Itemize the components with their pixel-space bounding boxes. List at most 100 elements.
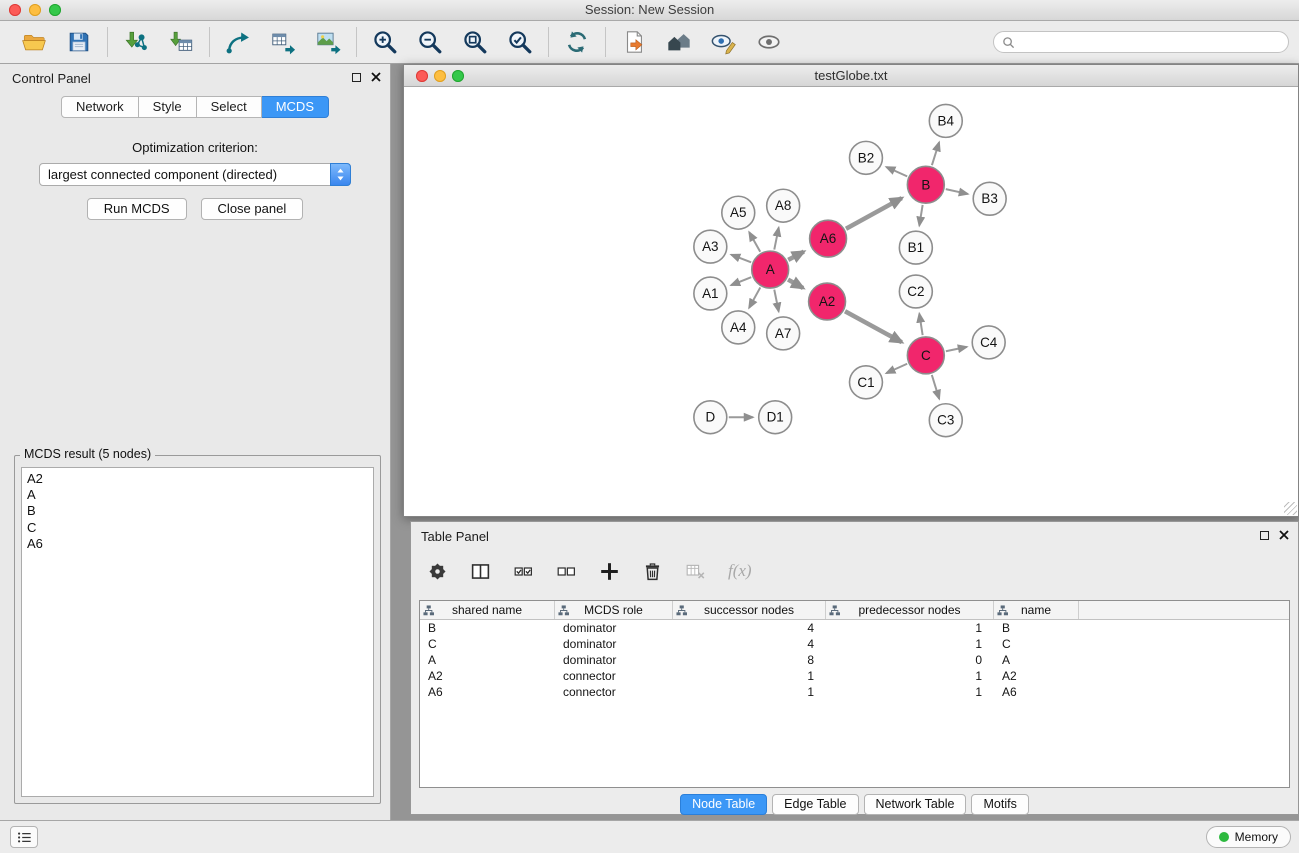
graph-edge-A-A3[interactable]	[731, 255, 751, 263]
table-row[interactable]: Bdominator41B	[420, 620, 1289, 636]
delete-table-button[interactable]	[683, 559, 707, 583]
graph-node-B4[interactable]: B4	[929, 104, 962, 137]
export-table-button[interactable]	[268, 27, 298, 57]
table-tab-network-table[interactable]: Network Table	[864, 794, 967, 815]
search-box[interactable]	[993, 31, 1289, 53]
optimization-criterion-dropdown[interactable]: largest connected component (directed)	[39, 163, 351, 186]
graph-edge-C-C2[interactable]	[919, 314, 922, 335]
export-document-button[interactable]	[619, 27, 649, 57]
float-table-panel-icon[interactable]	[1260, 531, 1269, 540]
table-tab-motifs[interactable]: Motifs	[971, 794, 1028, 815]
task-history-button[interactable]	[10, 826, 38, 848]
graph-node-D1[interactable]: D1	[759, 401, 792, 434]
float-panel-icon[interactable]	[352, 73, 361, 82]
edit-view-button[interactable]	[709, 27, 739, 57]
search-input[interactable]	[1020, 35, 1280, 49]
network-canvas[interactable]: B4B2BB3A5A8A6B1A3AC2A1A2A4A7C4CC1C3DD1	[404, 87, 1298, 516]
dropdown-stepper-icon[interactable]	[330, 163, 351, 186]
trash-button[interactable]	[640, 559, 664, 583]
network-zoom-button[interactable]	[452, 70, 464, 82]
graph-node-A8[interactable]: A8	[767, 189, 800, 222]
save-session-button[interactable]	[64, 27, 94, 57]
graph-edge-A-A8[interactable]	[774, 228, 778, 250]
add-button[interactable]	[597, 559, 621, 583]
mcds-result-item[interactable]: A6	[27, 536, 368, 552]
mcds-result-list[interactable]: A2ABCA6	[21, 467, 374, 797]
graph-edge-C-C4[interactable]	[946, 347, 967, 351]
tab-select[interactable]: Select	[197, 96, 262, 118]
zoom-window-button[interactable]	[49, 4, 61, 16]
import-network-button[interactable]	[121, 27, 151, 57]
graph-node-B3[interactable]: B3	[973, 182, 1006, 215]
deselect-all-button[interactable]	[554, 559, 578, 583]
column-header-name[interactable]: name	[994, 601, 1079, 619]
tab-network[interactable]: Network	[61, 96, 139, 118]
graph-node-C1[interactable]: C1	[850, 366, 883, 399]
select-all-button[interactable]	[511, 559, 535, 583]
graph-edge-A-A4[interactable]	[749, 287, 760, 307]
refresh-button[interactable]	[562, 27, 592, 57]
graph-node-C[interactable]: C	[907, 337, 944, 374]
table-row[interactable]: Cdominator41C	[420, 636, 1289, 652]
graph-edge-A-A7[interactable]	[774, 290, 778, 312]
graph-edge-B-B4[interactable]	[932, 142, 939, 165]
graph-node-B1[interactable]: B1	[899, 231, 932, 264]
graph-node-C2[interactable]: C2	[899, 275, 932, 308]
graph-node-C4[interactable]: C4	[972, 326, 1005, 359]
network-minimize-button[interactable]	[434, 70, 446, 82]
graph-node-A3[interactable]: A3	[694, 230, 727, 263]
home-button[interactable]	[664, 27, 694, 57]
table-row[interactable]: Adominator80A	[420, 652, 1289, 668]
column-layout-button[interactable]	[468, 559, 492, 583]
graph-node-A6[interactable]: A6	[810, 220, 847, 257]
graph-edge-A-A2[interactable]	[788, 280, 803, 288]
eye-button[interactable]	[754, 27, 784, 57]
column-header-predecessor-nodes[interactable]: predecessor nodes	[826, 601, 994, 619]
mcds-result-item[interactable]: C	[27, 520, 368, 536]
close-window-button[interactable]	[9, 4, 21, 16]
column-header-MCDS-role[interactable]: MCDS role	[555, 601, 673, 619]
gear-button[interactable]	[425, 559, 449, 583]
graph-node-A4[interactable]: A4	[722, 311, 755, 344]
mcds-result-item[interactable]: A	[27, 487, 368, 503]
graph-node-C3[interactable]: C3	[929, 404, 962, 437]
graph-edge-C-C1[interactable]	[886, 364, 907, 373]
close-table-panel-icon[interactable]	[1279, 530, 1289, 540]
zoom-fit-button[interactable]	[460, 27, 490, 57]
import-table-button[interactable]	[166, 27, 196, 57]
graph-node-A[interactable]: A	[752, 251, 789, 288]
tab-style[interactable]: Style	[139, 96, 197, 118]
graph-edge-A-A6[interactable]	[788, 252, 804, 260]
table-row[interactable]: A2connector11A2	[420, 668, 1289, 684]
graph-edge-B-B1[interactable]	[919, 205, 922, 226]
graph-edge-C-C3[interactable]	[932, 375, 939, 399]
network-close-button[interactable]	[416, 70, 428, 82]
table-tab-node-table[interactable]: Node Table	[680, 794, 767, 815]
graph-edge-B-B3[interactable]	[946, 189, 968, 194]
graph-edge-B-B2[interactable]	[886, 167, 907, 176]
graph-edge-A-A1[interactable]	[731, 277, 751, 285]
function-builder-button[interactable]: f(x)	[728, 561, 752, 581]
graph-node-A1[interactable]: A1	[694, 277, 727, 310]
zoom-selected-button[interactable]	[505, 27, 535, 57]
zoom-out-button[interactable]	[415, 27, 445, 57]
graph-node-B2[interactable]: B2	[850, 141, 883, 174]
table-tab-edge-table[interactable]: Edge Table	[772, 794, 858, 815]
minimize-window-button[interactable]	[29, 4, 41, 16]
export-image-button[interactable]	[313, 27, 343, 57]
zoom-in-button[interactable]	[370, 27, 400, 57]
table-row[interactable]: A6connector11A6	[420, 684, 1289, 700]
graph-edge-A6-B[interactable]	[846, 198, 902, 229]
tab-mcds[interactable]: MCDS	[262, 96, 329, 118]
mcds-result-item[interactable]: B	[27, 503, 368, 519]
run-mcds-button[interactable]: Run MCDS	[87, 198, 187, 220]
graph-edge-A2-C[interactable]	[845, 311, 902, 342]
column-header-successor-nodes[interactable]: successor nodes	[673, 601, 826, 619]
memory-button[interactable]: Memory	[1206, 826, 1291, 848]
mcds-result-item[interactable]: A2	[27, 471, 368, 487]
share-network-button[interactable]	[223, 27, 253, 57]
open-session-button[interactable]	[19, 27, 49, 57]
close-panel-button[interactable]: Close panel	[201, 198, 304, 220]
close-panel-icon[interactable]	[371, 72, 381, 82]
graph-node-A5[interactable]: A5	[722, 196, 755, 229]
